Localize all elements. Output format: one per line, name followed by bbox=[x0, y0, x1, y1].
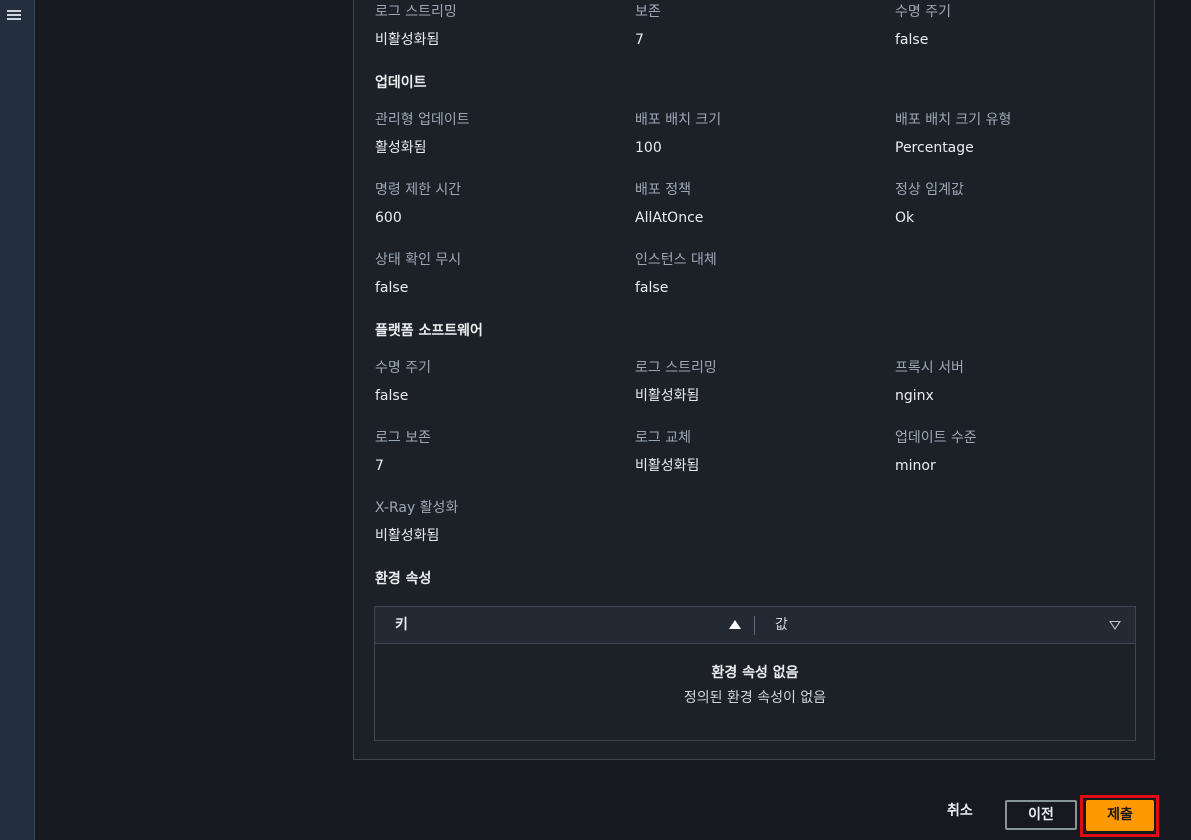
kv-value: false bbox=[895, 32, 929, 48]
kv-value: Ok bbox=[895, 210, 915, 226]
kv-key: 명령 제한 시간 bbox=[375, 182, 462, 198]
kv-value: 비활성화됨 bbox=[375, 32, 440, 48]
kv-key: 배포 배치 크기 유형 bbox=[895, 112, 1012, 128]
kv-value: 활성화됨 bbox=[375, 140, 427, 156]
kv-value: minor bbox=[895, 458, 936, 474]
kv-retention: 보존 7 bbox=[635, 2, 875, 50]
side-navigation-rail bbox=[0, 0, 35, 840]
kv-lifecycle: 수명 주기 false bbox=[895, 2, 1135, 50]
kv-ignore-health-check: 상태 확인 무시 false bbox=[375, 250, 615, 298]
kv-batch-size-type: 배포 배치 크기 유형 Percentage bbox=[895, 110, 1135, 158]
kv-value: 비활성화됨 bbox=[635, 388, 700, 404]
kv-key: 로그 스트리밍 bbox=[635, 360, 717, 376]
kv-deployment-policy: 배포 정책 AllAtOnce bbox=[635, 180, 875, 228]
kv-key: 정상 임계값 bbox=[895, 182, 964, 198]
kv-key: 관리형 업데이트 bbox=[375, 112, 470, 128]
submit-button[interactable]: 제출 bbox=[1086, 800, 1154, 831]
section-title-updates: 업데이트 bbox=[375, 75, 427, 91]
kv-key: 업데이트 수준 bbox=[895, 430, 977, 446]
kv-value: 비활성화됨 bbox=[375, 528, 440, 544]
kv-batch-size: 배포 배치 크기 100 bbox=[635, 110, 875, 158]
previous-button[interactable]: 이전 bbox=[1005, 800, 1077, 830]
kv-key: 배포 정책 bbox=[635, 182, 691, 198]
cancel-button[interactable]: 취소 bbox=[947, 800, 973, 820]
kv-value: Percentage bbox=[895, 140, 974, 156]
column-header-value[interactable]: 값 bbox=[775, 607, 788, 644]
kv-log-streaming: 로그 스트리밍 비활성화됨 bbox=[375, 2, 615, 50]
empty-state-title: 환경 속성 없음 bbox=[711, 665, 799, 681]
sort-ascending-icon[interactable] bbox=[729, 620, 741, 629]
kv-xray-enabled: X-Ray 활성화 비활성화됨 bbox=[375, 498, 615, 546]
kv-update-level: 업데이트 수준 minor bbox=[895, 428, 1135, 476]
kv-key: 보존 bbox=[635, 4, 661, 20]
kv-key: 프록시 서버 bbox=[895, 360, 964, 376]
kv-instance-replacement: 인스턴스 대체 false bbox=[635, 250, 875, 298]
kv-managed-updates: 관리형 업데이트 활성화됨 bbox=[375, 110, 615, 158]
kv-proxy-server: 프록시 서버 nginx bbox=[895, 358, 1135, 406]
review-container: 로그 스트리밍 비활성화됨 보존 7 수명 주기 false 업데이트 관리형 … bbox=[353, 0, 1155, 760]
kv-key: 배포 배치 크기 bbox=[635, 112, 722, 128]
table-header: 키 값 bbox=[375, 607, 1135, 644]
kv-healthy-threshold: 정상 임계값 Ok bbox=[895, 180, 1135, 228]
main-content: 로그 스트리밍 비활성화됨 보존 7 수명 주기 false 업데이트 관리형 … bbox=[35, 0, 1191, 840]
env-properties-table: 키 값 환경 속성 없음 정의된 환경 속성이 없음 bbox=[374, 606, 1136, 741]
column-divider[interactable] bbox=[754, 616, 755, 635]
kv-key: 인스턴스 대체 bbox=[635, 252, 717, 268]
empty-state-description: 정의된 환경 속성이 없음 bbox=[683, 690, 827, 706]
kv-value: false bbox=[635, 280, 669, 296]
kv-key: 수명 주기 bbox=[895, 4, 951, 20]
kv-log-rotation: 로그 교체 비활성화됨 bbox=[635, 428, 875, 476]
kv-platform-lifecycle: 수명 주기 false bbox=[375, 358, 615, 406]
kv-command-timeout: 명령 제한 시간 600 bbox=[375, 180, 615, 228]
column-header-key[interactable]: 키 bbox=[395, 607, 408, 644]
kv-value: 비활성화됨 bbox=[635, 458, 700, 474]
kv-value: nginx bbox=[895, 388, 934, 404]
kv-key: 수명 주기 bbox=[375, 360, 431, 376]
kv-value: 100 bbox=[635, 140, 662, 156]
menu-icon[interactable] bbox=[6, 8, 22, 24]
kv-key: 로그 스트리밍 bbox=[375, 4, 457, 20]
kv-log-retention: 로그 보존 7 bbox=[375, 428, 615, 476]
sort-descending-icon[interactable] bbox=[1109, 621, 1121, 630]
kv-key: 상태 확인 무시 bbox=[375, 252, 462, 268]
kv-platform-log-streaming: 로그 스트리밍 비활성화됨 bbox=[635, 358, 875, 406]
kv-value: false bbox=[375, 388, 409, 404]
section-title-env-properties: 환경 속성 bbox=[375, 571, 432, 587]
kv-key: 로그 교체 bbox=[635, 430, 691, 446]
kv-key: 로그 보존 bbox=[375, 430, 431, 446]
kv-value: 600 bbox=[375, 210, 402, 226]
kv-key: X-Ray 활성화 bbox=[375, 500, 459, 516]
kv-value: 7 bbox=[375, 458, 384, 474]
kv-value: AllAtOnce bbox=[635, 210, 704, 226]
kv-value: 7 bbox=[635, 32, 644, 48]
kv-value: false bbox=[375, 280, 409, 296]
section-title-platform-software: 플랫폼 소프트웨어 bbox=[375, 323, 483, 339]
